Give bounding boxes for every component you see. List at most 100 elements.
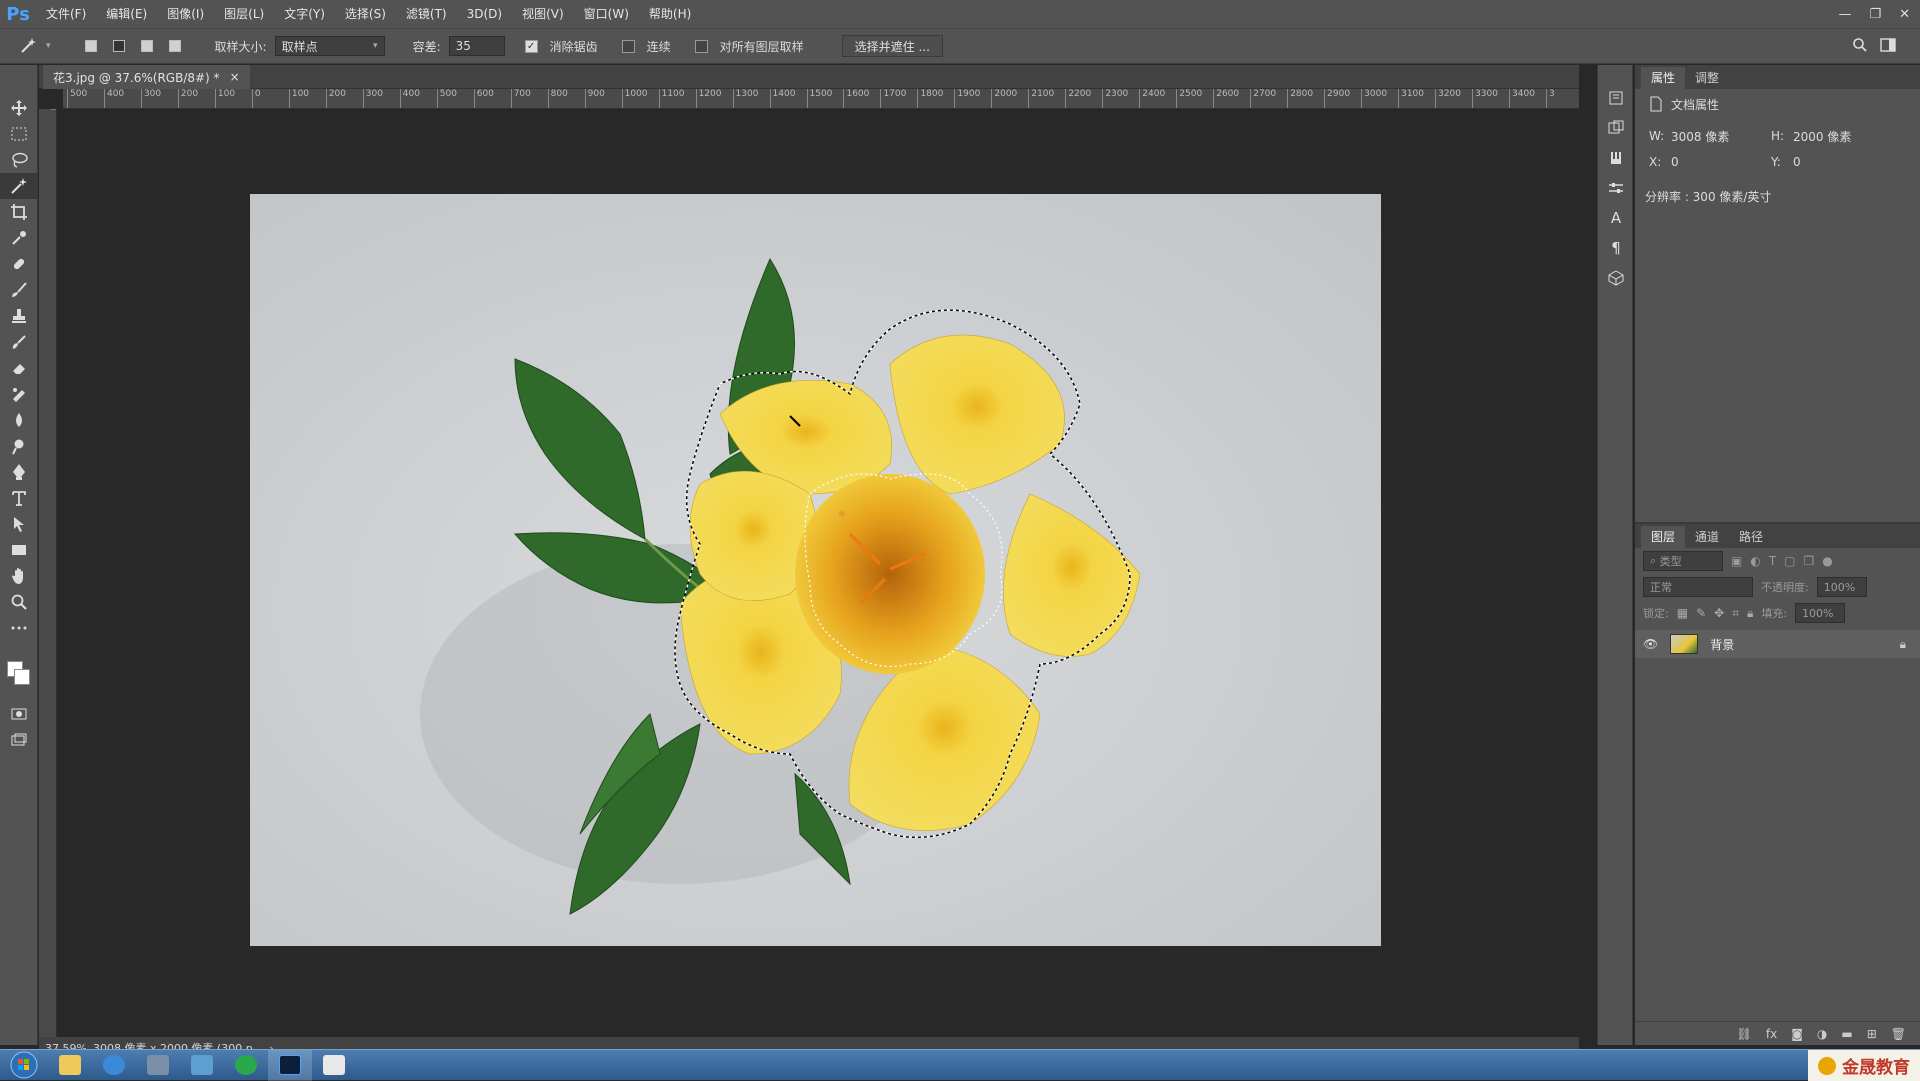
- window-taskbar-icon[interactable]: [312, 1050, 356, 1081]
- type-icon[interactable]: [0, 485, 38, 511]
- background-color-swatch[interactable]: [14, 669, 30, 685]
- new-selection-icon[interactable]: [81, 36, 101, 56]
- filter-pixel-icon[interactable]: ▣: [1731, 554, 1742, 568]
- menu-edit[interactable]: 编辑(E): [96, 0, 157, 28]
- app-taskbar-icon[interactable]: [136, 1050, 180, 1081]
- filter-type-icon[interactable]: T: [1769, 554, 1776, 568]
- tab-adjustments[interactable]: 调整: [1685, 67, 1729, 89]
- subtract-selection-icon[interactable]: [137, 36, 157, 56]
- contiguous-checkbox[interactable]: [621, 39, 635, 53]
- fill-input[interactable]: 100%: [1795, 603, 1846, 623]
- filter-smart-icon[interactable]: ❒: [1804, 554, 1815, 568]
- add-mask-icon[interactable]: ◙: [1791, 1027, 1803, 1041]
- move-icon[interactable]: [0, 95, 38, 121]
- link-layers-icon[interactable]: ⛓︎: [1737, 1027, 1752, 1041]
- antialias-checkbox[interactable]: ✓: [524, 39, 538, 53]
- history-brush-icon[interactable]: [0, 329, 38, 355]
- magic-wand-icon[interactable]: [0, 173, 38, 199]
- hand-icon[interactable]: [0, 563, 38, 589]
- eraser-icon[interactable]: [0, 355, 38, 381]
- lock-all-icon[interactable]: 🔒︎: [1747, 606, 1753, 621]
- pen-icon[interactable]: [0, 459, 38, 485]
- more-icon[interactable]: [0, 615, 38, 641]
- stamp-icon[interactable]: [0, 303, 38, 329]
- tolerance-input[interactable]: 35: [448, 36, 505, 56]
- menu-type[interactable]: 文字(Y): [274, 0, 335, 28]
- select-and-mask-button[interactable]: 选择并遮住 ...: [841, 35, 943, 57]
- menu-3d[interactable]: 3D(D): [457, 0, 512, 28]
- tab-paths[interactable]: 路径: [1729, 526, 1773, 548]
- y-value[interactable]: 0: [1793, 155, 1801, 169]
- green-app-taskbar-icon[interactable]: [224, 1050, 268, 1081]
- blend-mode-select[interactable]: 正常: [1643, 577, 1753, 597]
- new-group-icon[interactable]: ▬: [1841, 1027, 1852, 1041]
- quick-mask-icon[interactable]: [0, 701, 38, 727]
- magic-wand-preset-icon[interactable]: [18, 36, 38, 56]
- document-image[interactable]: [250, 194, 1381, 946]
- crop-icon[interactable]: [0, 199, 38, 225]
- navigator-panel-icon[interactable]: [1598, 113, 1634, 143]
- opacity-input[interactable]: 100%: [1816, 577, 1867, 597]
- adjustment-layer-icon[interactable]: ◑: [1817, 1027, 1827, 1041]
- close-icon[interactable]: ✕: [1899, 7, 1910, 22]
- dodge-icon[interactable]: [0, 433, 38, 459]
- workspace-icon[interactable]: [1880, 37, 1898, 56]
- menu-filter[interactable]: 滤镜(T): [396, 0, 457, 28]
- start-button[interactable]: [0, 1050, 48, 1081]
- menu-view[interactable]: 视图(V): [512, 0, 574, 28]
- 3d-panel-icon[interactable]: [1598, 263, 1634, 293]
- minimize-icon[interactable]: —: [1838, 7, 1851, 22]
- intersect-selection-icon[interactable]: [165, 36, 185, 56]
- lasso-icon[interactable]: [0, 147, 38, 173]
- photoshop-taskbar-icon[interactable]: [268, 1049, 312, 1081]
- tab-properties[interactable]: 属性: [1641, 67, 1686, 89]
- menu-file[interactable]: 文件(F): [36, 0, 96, 28]
- layer-name[interactable]: 背景: [1710, 636, 1734, 653]
- app2-taskbar-icon[interactable]: [180, 1050, 224, 1081]
- path-select-icon[interactable]: [0, 511, 38, 537]
- healing-icon[interactable]: [0, 251, 38, 277]
- menu-image[interactable]: 图像(I): [157, 0, 214, 28]
- x-value[interactable]: 0: [1671, 155, 1771, 169]
- paragraph-panel-icon[interactable]: ¶: [1598, 233, 1634, 263]
- ie-taskbar-icon[interactable]: [92, 1050, 136, 1081]
- explorer-taskbar-icon[interactable]: [48, 1050, 92, 1081]
- h-value[interactable]: 2000 像素: [1793, 128, 1851, 145]
- filter-adjust-icon[interactable]: ◐: [1750, 554, 1760, 568]
- filter-toggle-icon[interactable]: ●: [1822, 554, 1832, 568]
- trash-icon[interactable]: 🗑︎: [1891, 1027, 1906, 1041]
- color-swatches[interactable]: [0, 641, 37, 701]
- layer-filter-select[interactable]: ⌕ 类型: [1643, 551, 1723, 571]
- marquee-icon[interactable]: [0, 121, 38, 147]
- sample-size-select[interactable]: 取样点 ▾: [274, 36, 385, 56]
- menu-window[interactable]: 窗口(W): [574, 0, 639, 28]
- lock-artboard-icon[interactable]: ⌗: [1732, 606, 1739, 621]
- fx-icon[interactable]: fx: [1766, 1027, 1777, 1041]
- rectangle-icon[interactable]: [0, 537, 38, 563]
- tab-layers[interactable]: 图层: [1641, 526, 1686, 548]
- eyedropper-icon[interactable]: [0, 225, 38, 251]
- adjustments-panel-icon[interactable]: [1598, 173, 1634, 203]
- menu-layer[interactable]: 图层(L): [214, 0, 274, 28]
- new-layer-icon[interactable]: ⊞: [1867, 1027, 1877, 1041]
- search-icon[interactable]: [1852, 37, 1868, 56]
- menu-help[interactable]: 帮助(H): [639, 0, 701, 28]
- canvas-area[interactable]: [57, 109, 1579, 1037]
- blur-icon[interactable]: [0, 407, 38, 433]
- screen-mode-icon[interactable]: [0, 727, 38, 753]
- sample-all-layers-checkbox[interactable]: [694, 39, 708, 53]
- brush-icon[interactable]: [0, 277, 38, 303]
- lock-position-icon[interactable]: ✥: [1714, 606, 1724, 620]
- document-tab[interactable]: 花3.jpg @ 37.6%(RGB/8#) * ×: [43, 65, 250, 89]
- character-panel-icon[interactable]: A: [1598, 203, 1634, 233]
- gradient-icon[interactable]: [0, 381, 38, 407]
- menu-select[interactable]: 选择(S): [335, 0, 396, 28]
- w-value[interactable]: 3008 像素: [1671, 128, 1771, 145]
- brush-settings-panel-icon[interactable]: [1598, 143, 1634, 173]
- layer-row[interactable]: 👁︎ 背景 🔒︎: [1635, 630, 1920, 658]
- lock-paint-icon[interactable]: ✎: [1696, 606, 1706, 620]
- tab-channels[interactable]: 通道: [1685, 526, 1729, 548]
- zoom-icon[interactable]: [0, 589, 38, 615]
- lock-pixels-icon[interactable]: ▦: [1677, 606, 1688, 620]
- add-selection-icon[interactable]: [109, 36, 129, 56]
